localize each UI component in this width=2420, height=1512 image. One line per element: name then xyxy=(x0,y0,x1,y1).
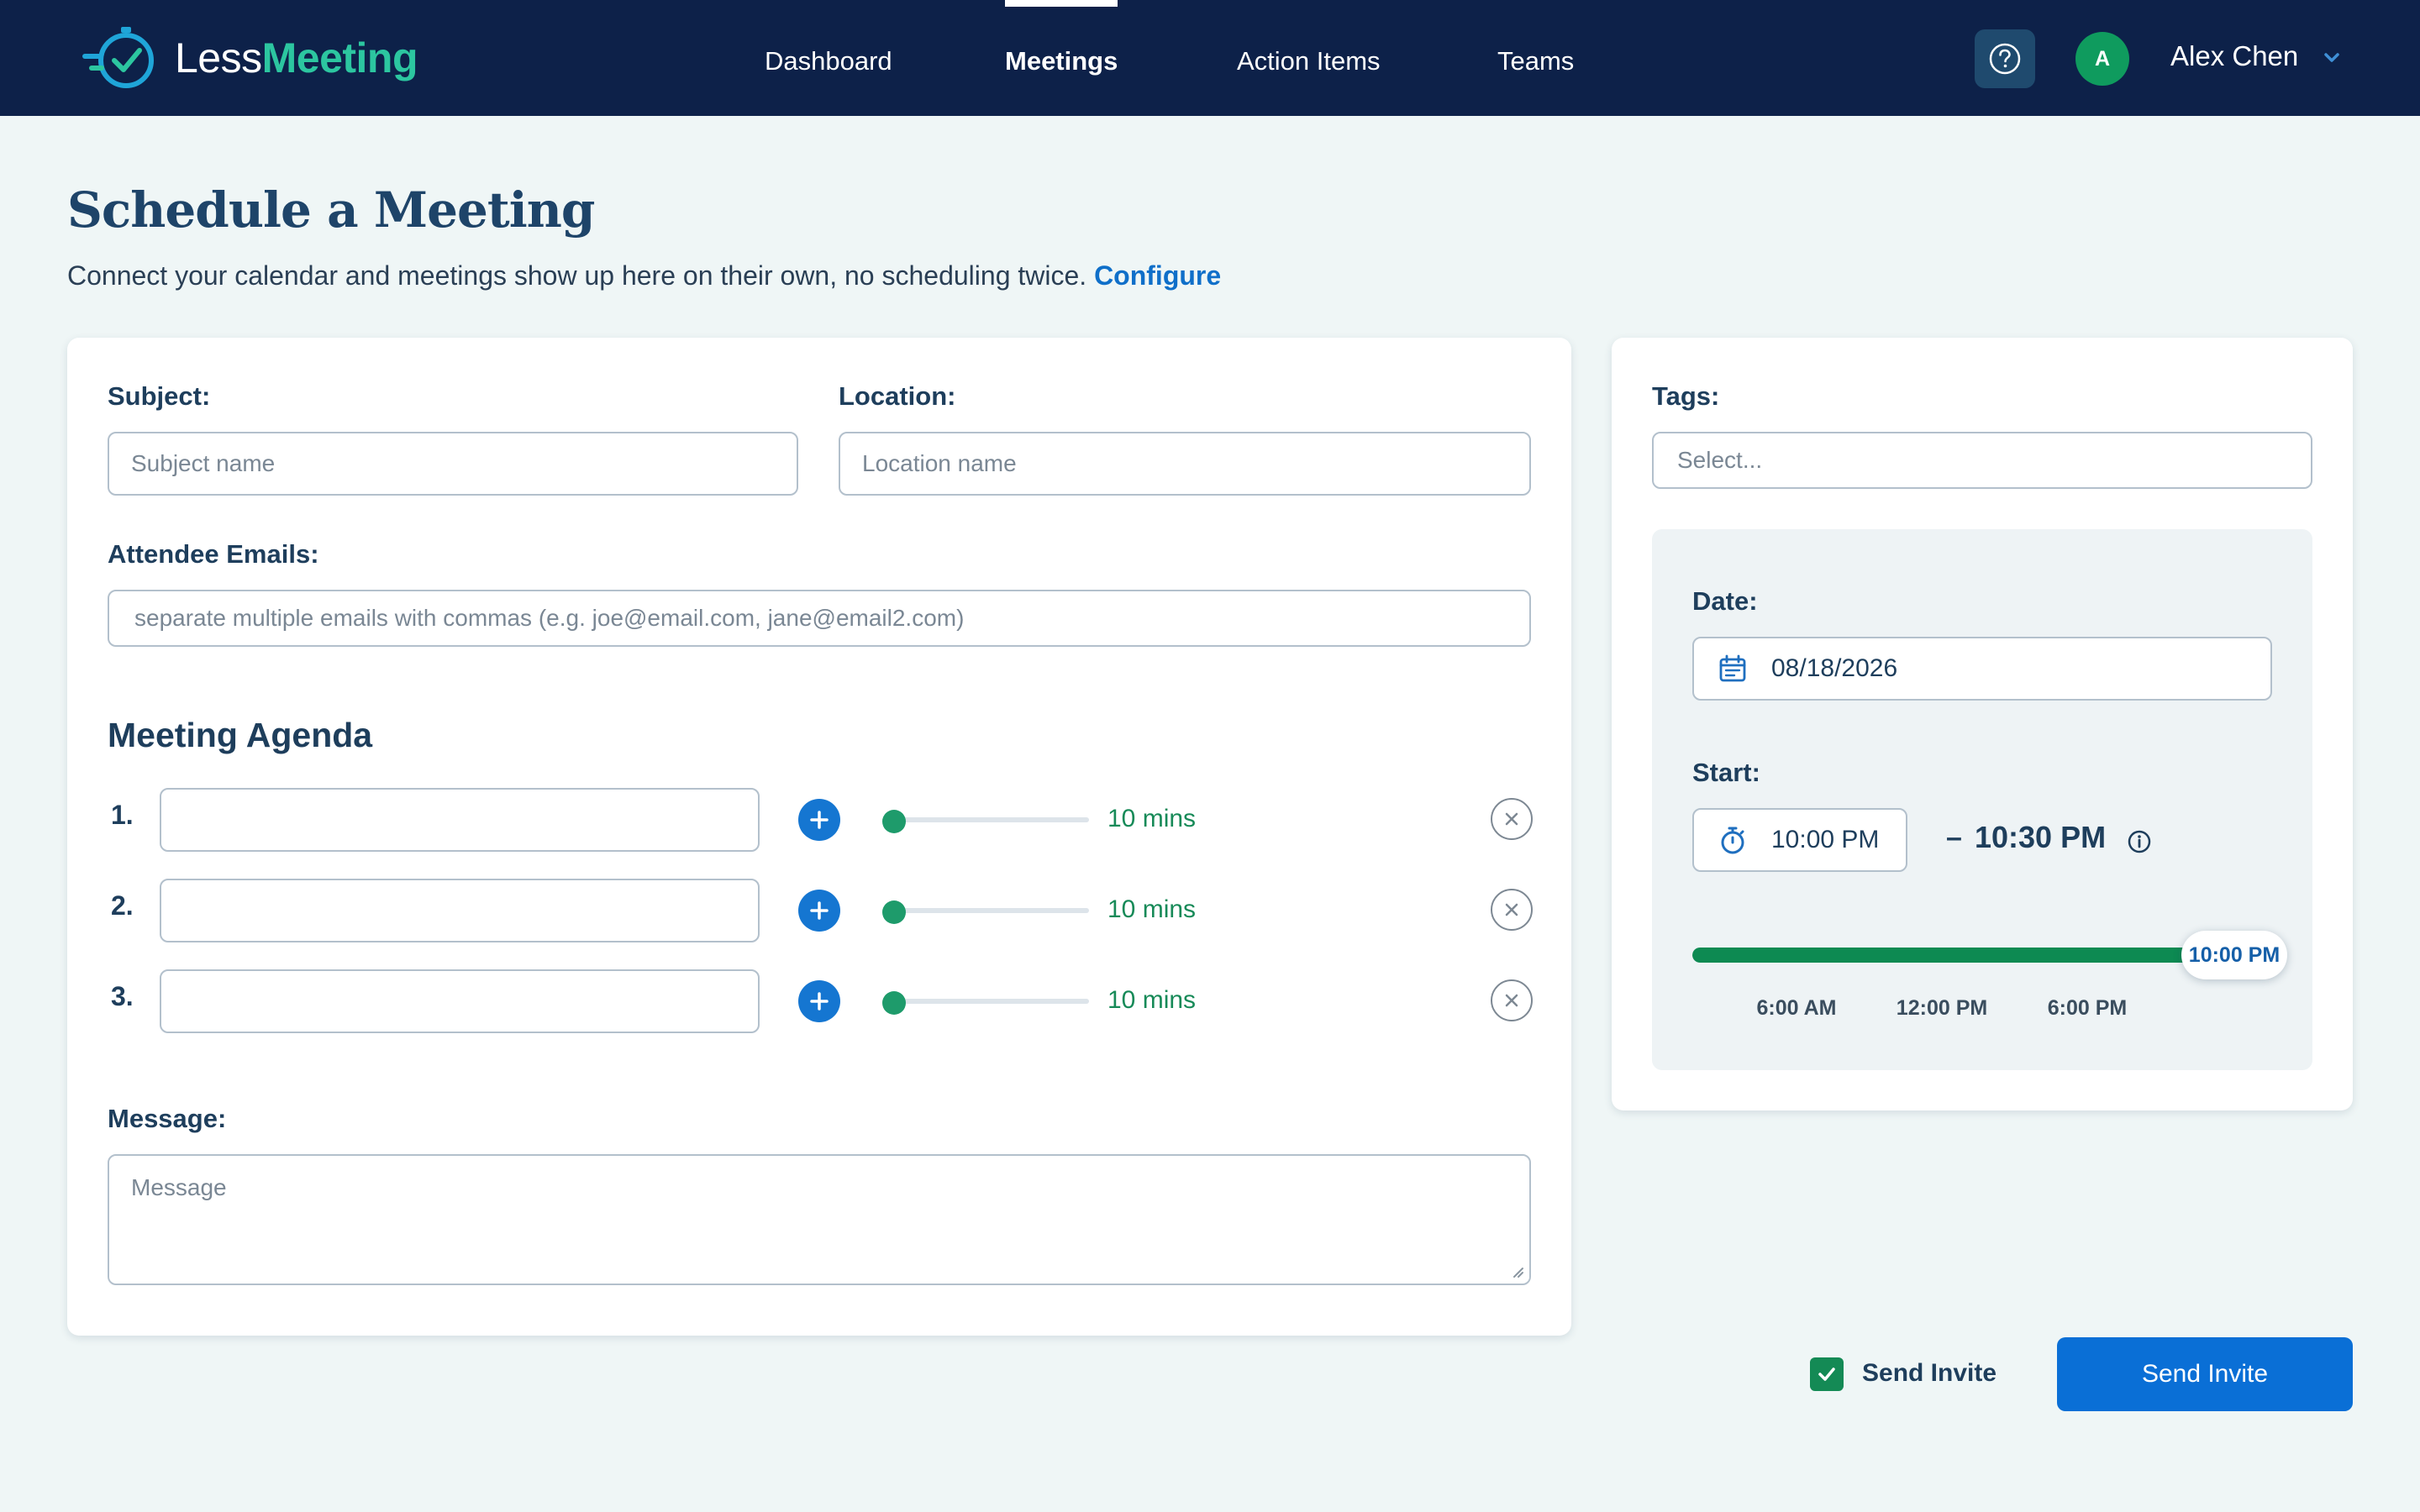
send-invite-button[interactable]: Send Invite xyxy=(2057,1337,2353,1411)
agenda-number: 2. xyxy=(111,890,134,921)
send-invite-checkbox[interactable] xyxy=(1810,1357,1844,1391)
avatar[interactable]: A xyxy=(2075,32,2129,86)
user-name[interactable]: Alex Chen xyxy=(2170,40,2298,72)
remove-agenda-item-button[interactable] xyxy=(1491,798,1533,840)
send-invite-checkbox-label[interactable]: Send Invite xyxy=(1862,1359,1996,1388)
add-agenda-item-button[interactable] xyxy=(798,980,840,1022)
add-agenda-item-button[interactable] xyxy=(798,890,840,932)
question-icon xyxy=(1989,43,2021,75)
duration-slider-handle[interactable] xyxy=(882,810,906,833)
time-tick-label: 6:00 AM xyxy=(1756,996,1837,1020)
start-time-value: 10:00 PM xyxy=(1771,826,1880,853)
subject-label: Subject: xyxy=(108,381,211,411)
agenda-row: 3. 10 mins xyxy=(108,969,1533,1033)
close-icon xyxy=(1505,812,1518,826)
time-range-slider-fill xyxy=(1692,948,2214,963)
duration-slider-handle[interactable] xyxy=(882,991,906,1015)
location-label: Location: xyxy=(839,381,956,411)
plus-icon xyxy=(810,811,829,829)
info-icon[interactable] xyxy=(2126,828,2153,855)
meeting-agenda-title: Meeting Agenda xyxy=(108,716,373,754)
attendee-emails-input[interactable]: separate multiple emails with commas (e.… xyxy=(108,590,1531,647)
agenda-duration: 10 mins xyxy=(1107,986,1197,1014)
page-title: Schedule a Meeting xyxy=(67,181,595,239)
location-input[interactable]: Location name xyxy=(839,432,1531,496)
subject-input[interactable]: Subject name xyxy=(108,432,798,496)
time-range-slider-track[interactable] xyxy=(1692,948,2230,963)
logo-text-less: Less xyxy=(175,34,262,81)
nav-item-action-items[interactable]: Action Items xyxy=(1237,0,1381,116)
message-textarea[interactable]: Message xyxy=(108,1154,1531,1285)
nav-item-teams[interactable]: Teams xyxy=(1497,0,1574,116)
remove-agenda-item-button[interactable] xyxy=(1491,889,1533,931)
agenda-item-input[interactable] xyxy=(160,969,760,1033)
duration-slider-handle[interactable] xyxy=(882,900,906,924)
agenda-row: 1. 10 mins xyxy=(108,788,1533,852)
meeting-form-card: Subject: Subject name Location: Location… xyxy=(67,338,1571,1336)
plus-icon xyxy=(810,992,829,1011)
remove-agenda-item-button[interactable] xyxy=(1491,979,1533,1021)
app-logo[interactable]: LessMeeting xyxy=(79,24,418,92)
schedule-side-card: Tags: Select... Date: 08/18/2026 Start: … xyxy=(1612,338,2353,1110)
calendar-icon xyxy=(1719,654,1746,682)
agenda-duration: 10 mins xyxy=(1107,895,1197,923)
checkmark-icon xyxy=(1818,1368,1835,1381)
help-button[interactable] xyxy=(1975,29,2035,88)
nav-item-dashboard[interactable]: Dashboard xyxy=(765,0,892,116)
agenda-item-input[interactable] xyxy=(160,879,760,942)
chevron-down-icon[interactable] xyxy=(2319,45,2344,71)
time-separator: – xyxy=(1946,822,1962,853)
duration-slider-track[interactable] xyxy=(882,999,1089,1004)
logo-text-meeting: Meeting xyxy=(261,34,418,81)
date-label: Date: xyxy=(1692,586,1758,616)
message-placeholder: Message xyxy=(131,1174,227,1200)
configure-link[interactable]: Configure xyxy=(1094,260,1221,291)
duration-slider-track[interactable] xyxy=(882,817,1089,822)
tags-select[interactable]: Select... xyxy=(1652,432,2312,489)
agenda-item-input[interactable] xyxy=(160,788,760,852)
end-time-value: 10:30 PM xyxy=(1975,820,2107,854)
stopwatch-check-icon xyxy=(82,27,154,88)
plus-icon xyxy=(810,901,829,920)
agenda-number: 1. xyxy=(111,800,134,830)
duration-slider-track[interactable] xyxy=(882,908,1089,913)
date-time-panel: Date: 08/18/2026 Start: 10:00 PM – 10:30… xyxy=(1652,529,2312,1070)
nav-item-meetings[interactable]: Meetings xyxy=(1005,0,1118,116)
close-icon xyxy=(1505,903,1518,916)
agenda-number: 3. xyxy=(111,981,134,1011)
add-agenda-item-button[interactable] xyxy=(798,799,840,841)
tags-label: Tags: xyxy=(1652,381,1720,411)
time-tick-label: 12:00 PM xyxy=(1896,996,1988,1020)
agenda-row: 2. 10 mins xyxy=(108,879,1533,942)
resize-handle-icon[interactable] xyxy=(1509,1263,1524,1278)
time-range-slider-handle[interactable]: 10:00 PM xyxy=(2181,931,2287,979)
start-label: Start: xyxy=(1692,758,1760,787)
agenda-duration: 10 mins xyxy=(1107,805,1197,832)
time-tick-label: 6:00 PM xyxy=(2047,996,2128,1020)
stopwatch-icon xyxy=(1721,827,1744,854)
page-subtitle-text: Connect your calendar and meetings show … xyxy=(67,260,1087,291)
page-subtitle: Connect your calendar and meetings show … xyxy=(67,260,1221,291)
message-label: Message: xyxy=(108,1104,227,1133)
date-value: 08/18/2026 xyxy=(1771,654,1898,682)
start-time-input[interactable]: 10:00 PM xyxy=(1692,808,1907,872)
close-icon xyxy=(1505,994,1518,1007)
top-nav-bar: LessMeeting Dashboard Meetings Action It… xyxy=(0,0,2420,116)
logo-text: LessMeeting xyxy=(175,37,418,79)
date-input[interactable]: 08/18/2026 xyxy=(1692,637,2272,701)
attendee-emails-label: Attendee Emails: xyxy=(108,539,319,569)
